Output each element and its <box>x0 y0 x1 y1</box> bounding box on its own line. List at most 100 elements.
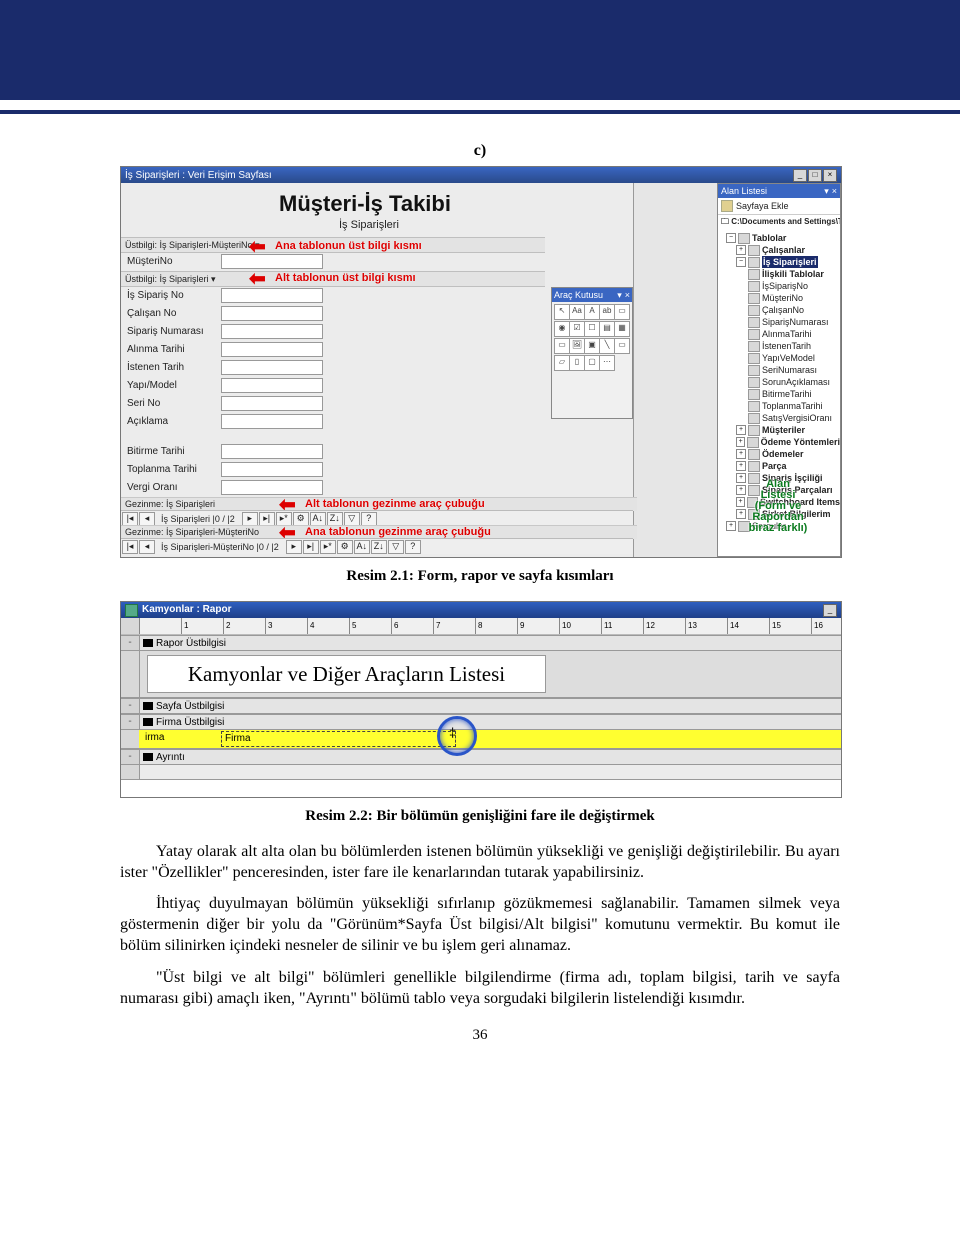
nav-tool-icon[interactable]: ⚙ <box>337 540 353 554</box>
field-input[interactable] <box>221 254 323 269</box>
dropdown-icon[interactable]: ▾ <box>824 184 829 198</box>
nav-next-icon[interactable]: ▸ <box>242 512 258 526</box>
section-bar-firm-header[interactable]: - Firma Üstbilgisi <box>121 714 841 730</box>
tree-leaf[interactable]: SorunAçıklaması <box>722 376 840 388</box>
tool-toggle-icon[interactable]: ☐ <box>584 321 600 337</box>
tree-node[interactable]: +Çalışanlar <box>722 244 840 256</box>
record-navigator-1[interactable]: |◂ ◂ İş Siparişleri |0 / |2 ▸ ▸| ▸* ⚙ A↓… <box>121 510 633 526</box>
tool-image-icon[interactable]: 🖼 <box>569 338 585 354</box>
nav-filter-icon[interactable]: ▽ <box>344 512 360 526</box>
add-to-page-row[interactable]: Sayfaya Ekle <box>718 198 840 215</box>
tool-list-icon[interactable]: ▦ <box>614 321 630 337</box>
tree-leaf[interactable]: İşSiparişNo <box>722 280 840 292</box>
tool-option-icon[interactable]: ◉ <box>554 321 570 337</box>
close-icon[interactable]: × <box>625 288 630 302</box>
expand-icon[interactable]: + <box>736 461 746 471</box>
record-navigator-2[interactable]: |◂ ◂ İş Siparişleri-MüşteriNo |0 / |2 ▸ … <box>121 538 633 554</box>
section-bar-report-header[interactable]: - Rapor Üstbilgisi <box>121 635 841 651</box>
tool-combo-icon[interactable]: ▤ <box>599 321 615 337</box>
maximize-button[interactable]: □ <box>808 169 822 182</box>
expand-icon[interactable]: + <box>736 437 745 447</box>
tool-group-icon[interactable]: ▭ <box>614 304 630 320</box>
report-header-textbox[interactable]: Kamyonlar ve Diğer Araçların Listesi <box>147 655 546 693</box>
collapse-icon[interactable]: − <box>726 233 736 243</box>
toolbox-panel[interactable]: Araç Kutusu ▾ × ↖ Aa A ab ▭ ◉ ☑ ☐ ▤ ▦ ▭ … <box>551 287 633 419</box>
nav-last-icon[interactable]: ▸| <box>303 540 319 554</box>
tool-rect-icon[interactable]: ▭ <box>614 338 630 354</box>
tree-node-tables[interactable]: −Tablolar <box>722 232 840 244</box>
dropdown-icon[interactable]: ▾ <box>617 288 622 302</box>
section-handle-icon[interactable] <box>143 702 153 710</box>
nav-first-icon[interactable]: |◂ <box>122 512 138 526</box>
toolbox-titlebar[interactable]: Araç Kutusu ▾ × <box>552 288 632 302</box>
minimize-button[interactable]: _ <box>823 604 837 617</box>
tool-button-icon[interactable]: ▭ <box>554 338 570 354</box>
field-input[interactable] <box>221 396 323 411</box>
tool-label-a-icon[interactable]: A <box>584 304 600 320</box>
tree-leaf[interactable]: SatışVergisiOranı <box>722 412 840 424</box>
nav-help-icon[interactable]: ? <box>361 512 377 526</box>
tool-label-aa-icon[interactable]: Aa <box>569 304 585 320</box>
field-input[interactable] <box>221 480 323 495</box>
tree-leaf[interactable]: YapıVeModel <box>722 352 840 364</box>
section-bar-detail[interactable]: - Ayrıntı <box>121 749 841 765</box>
close-icon[interactable]: × <box>832 184 837 198</box>
nav-next-icon[interactable]: ▸ <box>286 540 302 554</box>
tree-leaf[interactable]: MüşteriNo <box>722 292 840 304</box>
section-bar-page-header[interactable]: - Sayfa Üstbilgisi <box>121 698 841 714</box>
nav-prev-icon[interactable]: ◂ <box>139 512 155 526</box>
tree-leaf[interactable]: ÇalışanNo <box>722 304 840 316</box>
tool-sub-icon[interactable]: ▢ <box>584 355 600 371</box>
nav-prev-icon[interactable]: ◂ <box>139 540 155 554</box>
field-input[interactable] <box>221 324 323 339</box>
field-input[interactable] <box>221 288 323 303</box>
minimize-button[interactable]: _ <box>793 169 807 182</box>
tree-leaf[interactable]: İstenenTarih <box>722 340 840 352</box>
tool-tab-icon[interactable]: ▱ <box>554 355 570 371</box>
field-input[interactable] <box>221 444 323 459</box>
section-handle-icon[interactable] <box>143 639 153 647</box>
field-input[interactable] <box>221 414 323 429</box>
nav-last-icon[interactable]: ▸| <box>259 512 275 526</box>
tool-more-icon[interactable]: ⋯ <box>599 355 615 371</box>
expand-icon[interactable]: + <box>736 425 746 435</box>
tree-node-selected[interactable]: −İş Siparişleri <box>722 256 840 268</box>
tool-textbox-icon[interactable]: ab <box>599 304 615 320</box>
tool-frame-icon[interactable]: ▣ <box>584 338 600 354</box>
expand-icon[interactable]: + <box>736 245 746 255</box>
field-input[interactable] <box>221 342 323 357</box>
tree-leaf[interactable]: AlınmaTarihi <box>722 328 840 340</box>
field-input[interactable] <box>221 378 323 393</box>
collapse-icon[interactable]: − <box>736 257 746 267</box>
nav-sort-desc-icon[interactable]: Z↓ <box>327 512 343 526</box>
fieldlist-titlebar[interactable]: Alan Listesi ▾ × <box>718 184 840 198</box>
tree-node[interactable]: +Ödemeler <box>722 448 840 460</box>
tree-leaf[interactable]: İlişkili Tablolar <box>722 268 840 280</box>
tree-leaf[interactable]: SeriNumarası <box>722 364 840 376</box>
expand-icon[interactable]: + <box>736 449 746 459</box>
nav-first-icon[interactable]: |◂ <box>122 540 138 554</box>
close-button[interactable]: × <box>823 169 837 182</box>
nav-sort-asc-icon[interactable]: A↓ <box>310 512 326 526</box>
tool-line-icon[interactable]: ╲ <box>599 338 615 354</box>
tree-leaf[interactable]: BitirmeTarihi <box>722 388 840 400</box>
nav-filter-icon[interactable]: ▽ <box>388 540 404 554</box>
tree-node[interactable]: +Parça <box>722 460 840 472</box>
field-input[interactable] <box>221 306 323 321</box>
tool-check-icon[interactable]: ☑ <box>569 321 585 337</box>
tree-leaf[interactable]: ToplanmaTarihi <box>722 400 840 412</box>
tree-node[interactable]: +Ödeme Yöntemleri <box>722 436 840 448</box>
nav-new-icon[interactable]: ▸* <box>320 540 336 554</box>
firm-textbox[interactable]: Firma <box>221 731 456 747</box>
field-input[interactable] <box>221 462 323 477</box>
field-input[interactable] <box>221 360 323 375</box>
nav-help-icon[interactable]: ? <box>405 540 421 554</box>
tool-page-icon[interactable]: ▯ <box>569 355 585 371</box>
tree-node[interactable]: +Müşteriler <box>722 424 840 436</box>
section-handle-icon[interactable] <box>143 718 153 726</box>
nav-sort-desc-icon[interactable]: Z↓ <box>371 540 387 554</box>
nav-sort-asc-icon[interactable]: A↓ <box>354 540 370 554</box>
section-handle-icon[interactable] <box>143 753 153 761</box>
tree-leaf[interactable]: SiparişNumarası <box>722 316 840 328</box>
tool-pointer-icon[interactable]: ↖ <box>554 304 570 320</box>
